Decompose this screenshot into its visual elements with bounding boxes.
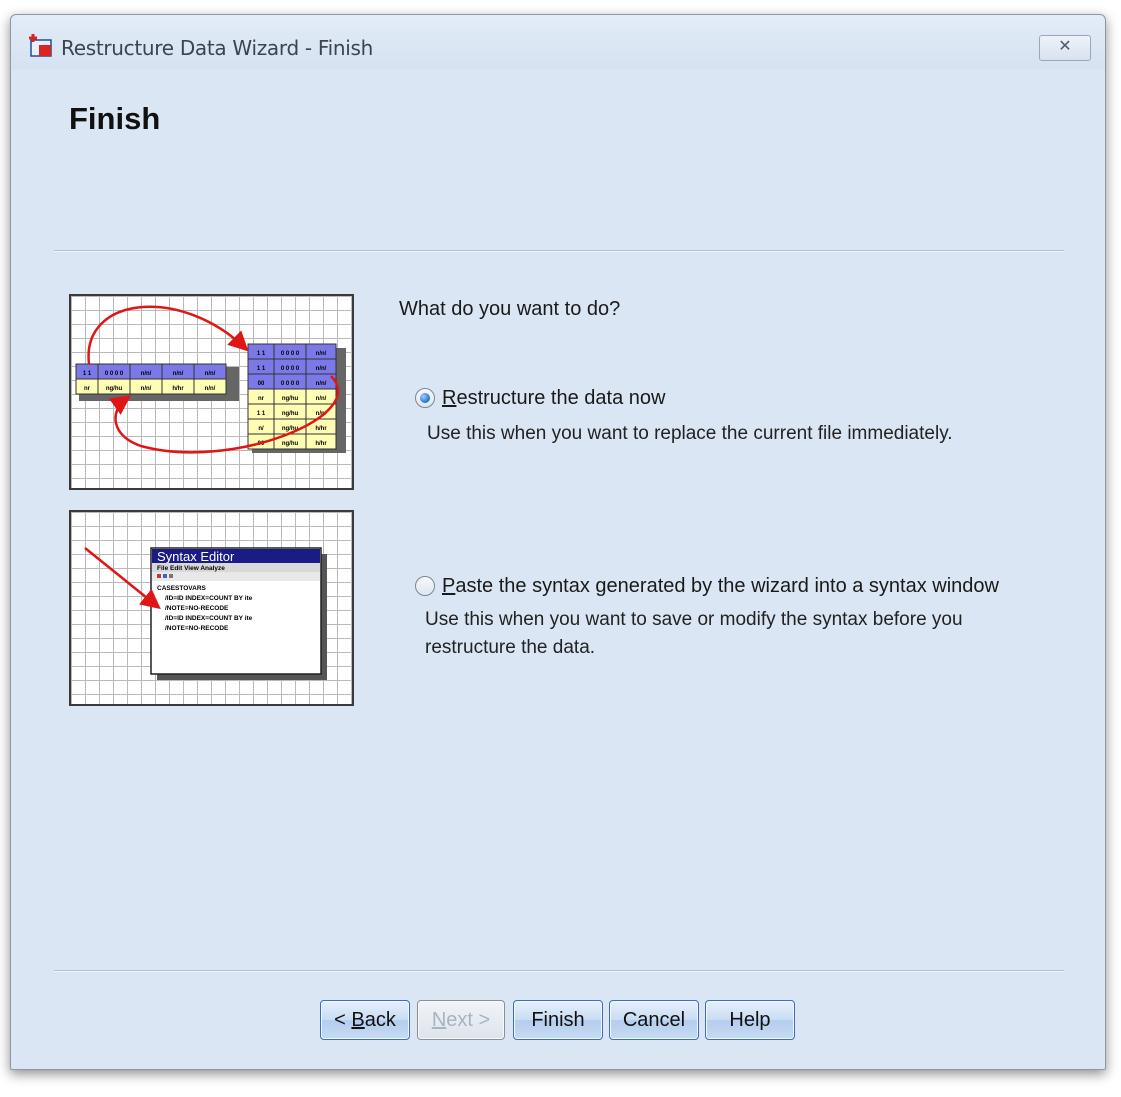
wide-header-cell-text: 0 0 0 0 [105,371,124,377]
long-row-cell-text: ng/hu [282,411,299,417]
restructure-arrow [87,305,249,365]
long-row-cell-text: n/n/ [316,351,327,357]
syntax-line: /NOTE=NO-RECODE [165,625,229,632]
long-row-cell-text: ng/hu [282,441,299,447]
paste-syntax-radio[interactable] [415,576,435,596]
close-icon: ✕ [1058,38,1072,55]
long-row-cell-text: nr [258,396,265,402]
long-row-cell-text: n/n/ [316,381,327,387]
toolbar-icon [157,574,161,578]
long-row-cell-text: 0 0 0 0 [281,351,300,357]
wide-header-cell-text: n/n/ [205,371,216,377]
syntax-line: /ID=ID INDEX=COUNT BY ite [165,615,253,622]
top-divider [54,250,1064,252]
bottom-divider [54,970,1064,972]
toolbar-icon [169,574,173,578]
wide-header-cell-text: n/n/ [141,371,152,377]
paste-arrow [84,547,161,610]
long-row-cell-text: n/n/ [316,396,327,402]
restructure-illustration: 1 1 0 0 0 0 n/n/n/n/n/n/nr ng/hu n/n/h/hr n/n… [69,294,354,490]
close-button[interactable]: ✕ [1039,35,1091,61]
label-text: aste the syntax generated by the wizard … [455,575,999,597]
wide-row-cell-text: n/n/ [205,386,216,392]
label-text: estructure the data now [456,387,666,409]
app-icon [29,34,52,57]
syntax-line: /NOTE=NO-RECODE [165,605,229,612]
question-text: What do you want to do? [399,298,621,320]
long-row-cell-text: 1 1 [257,351,266,357]
help-button[interactable]: Help [705,1000,795,1040]
page-heading: Finish [69,101,161,136]
long-row-cell-text: n/n/ [316,366,327,372]
back-button[interactable]: < Back [320,1000,410,1040]
editor-menu: File Edit View Analyze [157,565,225,572]
back-arrow: < [334,1009,352,1031]
restructure-now-radio[interactable] [415,388,435,408]
long-row-cell-text: 0 0 0 0 [281,366,300,372]
long-row-cell-text: 1 1 [257,366,266,372]
back-label: ack [364,1009,396,1031]
restructure-wizard-dialog: Restructure Data Wizard - Finish ✕ Finis… [10,14,1106,1070]
finish-button[interactable]: Finish [513,1000,603,1040]
restructure-now-description: Use this when you want to replace the cu… [427,423,953,444]
restructure-now-label[interactable]: Restructure the data now [442,387,665,410]
syntax-line: CASESTOVARS [157,585,207,592]
title-bar: Restructure Data Wizard - Finish ✕ [11,15,1105,69]
next-label: ext > [446,1009,491,1031]
access-key: B [351,1009,365,1031]
restructure-diagram: 1 1 0 0 0 0 n/n/n/n/n/n/nr ng/hu n/n/h/hr n/n… [75,305,346,454]
syntax-diagram: Syntax Editor File Edit View Analyze CAS… [84,547,327,680]
wide-row-cell-text: n/n/ [141,386,152,392]
access-key: N [431,1009,447,1031]
long-row-cell-text: 0 0 0 0 [281,381,300,387]
long-row-cell-text: h/hr [315,441,327,447]
syntax-illustration: Syntax Editor File Edit View Analyze CAS… [69,510,354,706]
long-row-cell-text: ng/hu [282,396,299,402]
long-row-cell-text: 1 1 [257,411,266,417]
access-key: P [442,575,456,597]
editor-toolbar [152,572,320,581]
wide-row-cell-text: nr [84,386,91,392]
syntax-line: /ID=ID INDEX=COUNT BY ite [165,595,253,602]
paste-syntax-label[interactable]: Paste the syntax generated by the wizard… [442,575,999,598]
next-button[interactable]: Next > [417,1000,505,1040]
window-title: Restructure Data Wizard - Finish [61,36,374,60]
editor-title: Syntax Editor [157,549,235,564]
toolbar-icon [163,574,167,578]
long-row-cell-text: h/hr [315,426,327,432]
access-key: R [442,387,457,409]
cancel-button[interactable]: Cancel [609,1000,699,1040]
paste-syntax-description: Use this when you want to save or modify… [425,609,963,658]
wide-row-cell-text: h/hr [172,386,184,392]
wide-header-cell-text: 1 1 [83,371,92,377]
wide-row-cell-text: ng/hu [106,386,123,392]
long-row-cell-text: n/ [258,426,264,432]
long-row-cell-text: 00 [258,381,265,387]
wide-header-cell-text: n/n/ [173,371,184,377]
